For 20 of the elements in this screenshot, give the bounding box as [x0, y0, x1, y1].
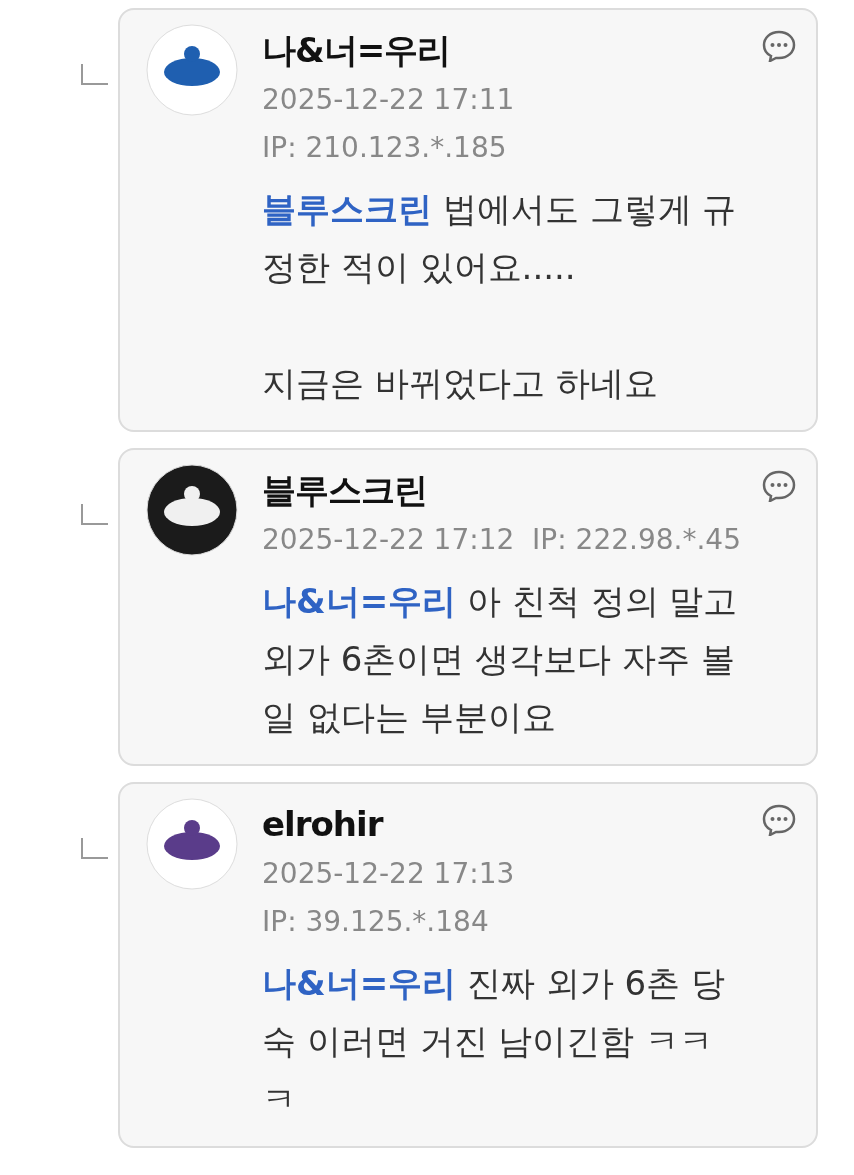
comment-text: 블루스크린 법에서도 그렇게 규정한 적이 있어요..... 지금은 바뀌었다고 하네요 — [262, 188, 738, 405]
comment-icon[interactable] — [762, 470, 796, 502]
comment-meta: IP: 39.125.*.184 — [262, 904, 490, 940]
comment-icon[interactable] — [762, 804, 796, 836]
author-name[interactable]: 나&너=우리 — [262, 24, 746, 76]
reply-indent-icon — [80, 504, 108, 526]
reply-indent-icon — [80, 838, 108, 860]
comment-meta: 2025-12-22 17:12 IP: 222.98.*.45 — [262, 522, 742, 558]
comment-icon[interactable] — [762, 30, 796, 62]
avatar-icon — [146, 798, 238, 890]
comment-meta: 2025-12-22 17:13 — [262, 856, 516, 892]
comment-text: 나&너=우리 아 친척 정의 말고 외가 6촌이면 생각보다 자주 볼일 없다는 부분이요 — [262, 580, 739, 739]
avatar-icon — [146, 24, 238, 116]
avatar-icon — [146, 464, 238, 556]
comment-text: 나&너=우리 진짜 외가 6촌 당숙 이러면 거진 남이긴함 ㅋㅋㅋ — [262, 962, 726, 1121]
reply-indent-icon — [80, 64, 108, 86]
comment-meta: 2025-12-22 17:11 — [262, 82, 516, 118]
author-name[interactable]: elrohir — [262, 798, 746, 850]
comment-meta: IP: 210.123.*.185 — [262, 130, 508, 166]
author-name[interactable]: 블루스크린 — [262, 464, 746, 516]
